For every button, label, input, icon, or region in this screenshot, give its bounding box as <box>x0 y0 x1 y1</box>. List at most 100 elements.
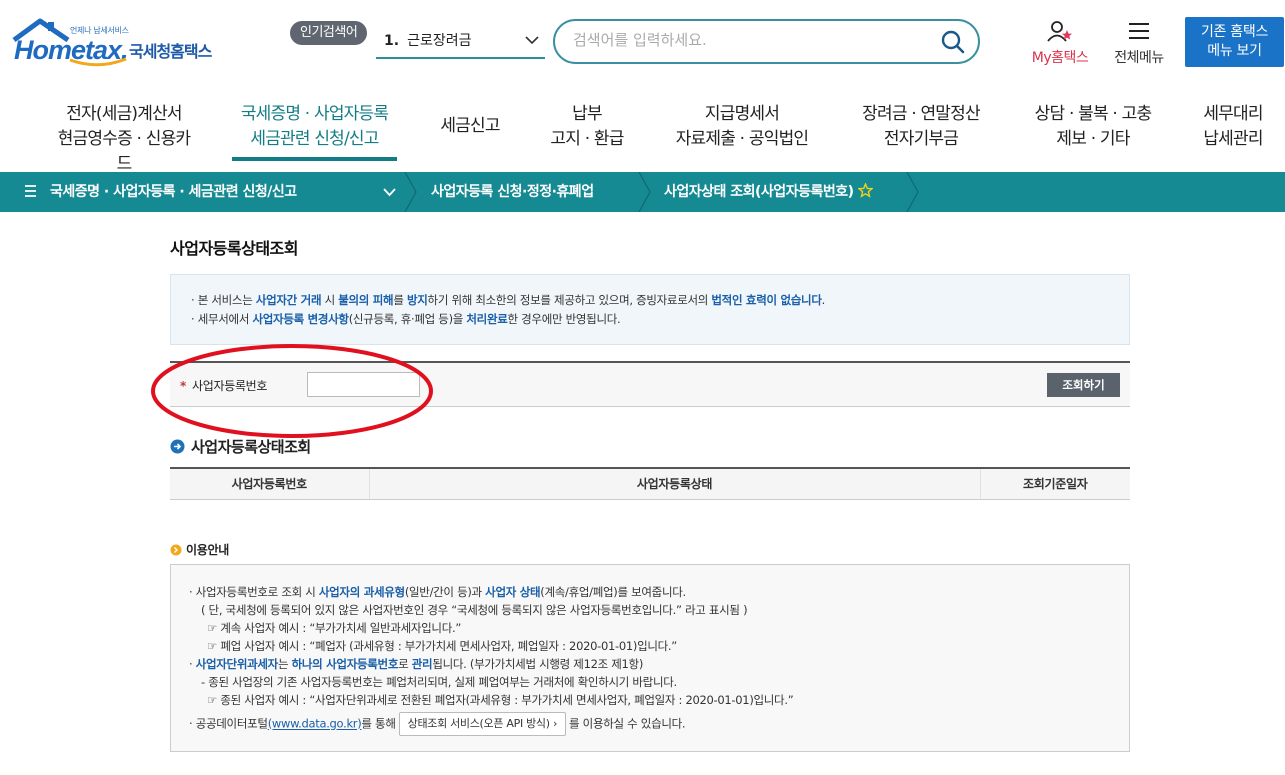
myhometax-button[interactable]: My홈택스 <box>1024 20 1096 67</box>
guide-line: · 사업자단위과세자는 하나의 사업자등록번호로 관리됩니다. (부가가치세법 … <box>189 657 644 671</box>
red-annotation-ellipse <box>151 344 433 438</box>
guide-line: - 종된 사업장의 기존 사업자등록번호는 폐업처리되며, 실제 폐업여부는 거… <box>201 675 677 689</box>
gnb-line: 전자기부금 <box>883 129 959 149</box>
notice-text: 본 서비스는 <box>197 293 256 307</box>
gnb-item-tax-agent[interactable]: 세무대리 납세관리 <box>1197 102 1269 152</box>
header: 언제나 납세서비스 Hometax. 국세청홈택스 인기검색어 1. 근로장려금 … <box>0 0 1285 90</box>
breadcrumb-level2[interactable]: 사업자등록 신청·정정·휴폐업 <box>431 172 594 212</box>
guide-text: 는 <box>277 657 292 671</box>
notice-highlight: 처리완료 <box>466 312 508 326</box>
hamburger-icon <box>1129 23 1149 39</box>
star-icon[interactable] <box>857 183 873 198</box>
notice-highlight: 방지 <box>406 293 428 307</box>
logo-korean: 국세청홈택스 <box>129 42 212 61</box>
gnb-line: 자료제출 · 공익법인 <box>675 129 809 149</box>
gnb-item-e-invoice[interactable]: 전자(세금)계산서 현금영수증 · 신용카드 <box>54 102 194 177</box>
guide-line: ☞ 폐업 사업자 예시 : “폐업자 (과세유형 : 부가가치세 면세사업자, … <box>189 637 1129 655</box>
user-star-icon <box>1047 21 1072 42</box>
search-box <box>553 19 980 64</box>
pointer-icon: ☞ <box>207 639 221 653</box>
gnb-line: 고지 · 환급 <box>550 129 624 149</box>
gnb-item-incentive[interactable]: 장려금 · 연말정산 전자기부금 <box>853 102 989 152</box>
hometax-logo[interactable]: 언제나 납세서비스 Hometax. 국세청홈택스 <box>12 18 227 70</box>
all-menu-button[interactable]: 전체메뉴 <box>1106 20 1172 67</box>
column-header: 사업자등록번호 <box>170 468 370 500</box>
open-api-button-label: 상태조회 서비스(오픈 API 방식) <box>407 717 550 730</box>
guide-line: · 공공데이터포털(www.data.go.kr)를 통해 상태조회 서비스(오픈… <box>189 712 1129 736</box>
gnb-line: 상담 · 불복 · 고충 <box>1034 104 1152 124</box>
guide-text: (계속/휴업/폐업)를 보여줍니다. <box>540 585 686 599</box>
arrow-circle-icon <box>170 439 185 454</box>
pointer-icon: ☞ <box>207 693 221 707</box>
legacy-menu-line2: 메뉴 보기 <box>1207 43 1262 59</box>
gnb-item-consultation[interactable]: 상담 · 불복 · 고충 제보 · 기타 <box>1024 102 1162 152</box>
popular-term: 근로장려금 <box>407 33 472 49</box>
chevron-down-icon[interactable] <box>383 186 396 198</box>
chevron-down-icon <box>525 36 539 45</box>
guide-line: ☞ 계속 사업자 예시 : “부가가치세 일반과세자입니다.” <box>189 619 1129 637</box>
notice-text: (신규등록, 휴·폐업 등)을 <box>348 312 467 326</box>
notice-line-1: · 본 서비스는 사업자간 거래 시 불의의 피해를 방지하기 위해 최소한의 … <box>191 293 826 307</box>
gnb-item-payment-statement[interactable]: 지급명세서 자료제출 · 공익법인 <box>664 102 820 152</box>
column-header: 조회기준일자 <box>980 468 1130 500</box>
notice-text: 한 경우에만 반영됩니다. <box>507 312 621 326</box>
search-input[interactable] <box>573 31 923 49</box>
gnb-line: 현금영수증 · 신용카드 <box>57 129 191 174</box>
guide-text: 를 통해 <box>361 716 396 731</box>
gnb-item-tax-filing[interactable]: 세금신고 <box>432 114 508 139</box>
guide-title-text: 이용안내 <box>186 543 229 557</box>
gnb-line: 지급명세서 <box>704 104 780 124</box>
notice-text: 하기 위해 최소한의 정보를 제공하고 있으며, 증빙자료로서의 <box>427 293 712 307</box>
gnb-item-certificate-registration[interactable]: 국세증명 · 사업자등록 세금관련 신청/신고 <box>232 102 397 161</box>
gnb-line: 납부 <box>572 104 602 124</box>
guide-line: · 사업자등록번호로 조회 시 사업자의 과세유형(일반/간이 등)과 사업자 … <box>189 585 686 599</box>
notice-text: 시 <box>321 293 339 307</box>
page-title: 사업자등록상태조회 <box>170 239 298 258</box>
breadcrumb-level3[interactable]: 사업자상태 조회(사업자등록번호) <box>664 172 873 212</box>
gnb-line: 장려금 · 연말정산 <box>862 104 981 124</box>
breadcrumb-separator <box>638 172 651 212</box>
guide-text: 공공데이터포털 <box>195 716 268 731</box>
gnb-item-payment[interactable]: 납부 고지 · 환급 <box>542 102 632 152</box>
result-table: 사업자등록번호 사업자등록상태 조회기준일자 <box>170 467 1130 500</box>
result-section-title: 사업자등록상태조회 <box>170 436 311 457</box>
popular-search-badge: 인기검색어 <box>290 21 368 45</box>
data-portal-link[interactable]: (www.data.go.kr) <box>268 717 362 731</box>
legacy-menu-button[interactable]: 기존 홈택스 메뉴 보기 <box>1185 17 1284 67</box>
myhometax-label: My홈택스 <box>1031 50 1089 66</box>
open-api-button[interactable]: 상태조회 서비스(오픈 API 방식) › <box>398 712 567 736</box>
guide-text: 폐업 사업자 예시 : “폐업자 (과세유형 : 부가가치세 면세사업자, 폐업… <box>220 639 677 653</box>
notice-highlight: 사업자간 거래 <box>255 293 322 307</box>
gnb-line: 제보 · 기타 <box>1056 129 1130 149</box>
all-menu-label: 전체메뉴 <box>1114 50 1164 66</box>
gnb-line: 국세증명 · 사업자등록 <box>240 104 389 124</box>
guide-text: 됩니다. (부가가치세법 시행령 제12조 제1항) <box>432 657 644 671</box>
notice-box: · 본 서비스는 사업자간 거래 시 불의의 피해를 방지하기 위해 최소한의 … <box>170 274 1130 345</box>
search-icon[interactable] <box>941 30 965 54</box>
guide-line: ( 단, 국세청에 등록되어 있지 않은 사업자번호인 경우 “국세청에 등록되… <box>201 603 748 617</box>
guide-text: 계속 사업자 예시 : “부가가치세 일반과세자입니다.” <box>220 621 461 635</box>
breadcrumb-level1[interactable]: 국세증명 · 사업자등록 · 세금관련 신청/신고 <box>50 172 297 212</box>
guide-text: 종된 사업자 예시 : “사업자단위과세로 전환된 폐업자(과세유형 : 부가가… <box>220 693 794 707</box>
guide-highlight: 관리 <box>411 657 433 671</box>
logo-swoosh-icon <box>69 57 127 67</box>
guide-highlight: 사업자의 과세유형 <box>318 585 405 599</box>
inquiry-button[interactable]: 조회하기 <box>1047 373 1120 397</box>
gnb-line: 세금신고 <box>440 116 500 136</box>
result-section-title-text: 사업자등록상태조회 <box>191 438 311 456</box>
chevron-right-icon: › <box>552 717 558 730</box>
main-navigation: 전자(세금)계산서 현금영수증 · 신용카드 국세증명 · 사업자등록 세금관련… <box>0 92 1285 174</box>
result-table-header-row: 사업자등록번호 사업자등록상태 조회기준일자 <box>170 468 1130 500</box>
popular-search-select[interactable]: 1. 근로장려금 <box>376 27 545 59</box>
guide-text: 를 이용하실 수 있습니다. <box>569 716 686 731</box>
guide-highlight: 사업자단위과세자 <box>195 657 279 671</box>
menu-icon[interactable] <box>24 184 38 198</box>
breadcrumb: 국세증명 · 사업자등록 · 세금관련 신청/신고 사업자등록 신청·정정·휴폐… <box>0 172 1285 212</box>
notice-text: . <box>821 293 826 307</box>
guide-line: ☞ 종된 사업자 예시 : “사업자단위과세로 전환된 폐업자(과세유형 : 부… <box>189 691 1129 709</box>
gnb-line: 납세관리 <box>1203 129 1263 149</box>
guide-box: · 사업자등록번호로 조회 시 사업자의 과세유형(일반/간이 등)과 사업자 … <box>170 564 1130 752</box>
notice-highlight: 법적인 효력이 없습니다 <box>711 293 822 307</box>
guide-highlight: 사업자 상태 <box>485 585 541 599</box>
guide-title: 이용안내 <box>170 541 229 558</box>
